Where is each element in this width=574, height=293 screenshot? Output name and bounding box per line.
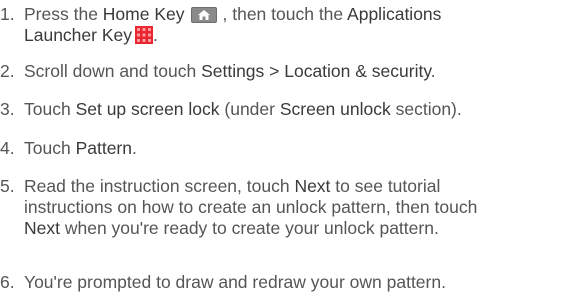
step-text: Touch Pattern.	[14, 138, 574, 159]
step-text-part: , then touch the	[222, 4, 348, 24]
settings-path: Settings > Location & security	[201, 61, 431, 81]
option-name: Pattern	[75, 138, 132, 158]
step-6: 6. You're prompted to draw and redraw yo…	[0, 272, 574, 293]
step-text: Touch Set up screen lock (under Screen u…	[14, 99, 574, 120]
step-number: 3.	[0, 99, 15, 119]
step-number: 2.	[0, 61, 15, 81]
apps-key-label: Launcher Key	[24, 25, 132, 45]
step-number: 4.	[0, 138, 15, 158]
step-text-part: .	[430, 61, 436, 81]
step-text-part: You're prompted to draw and redraw your …	[24, 272, 446, 292]
apps-launcher-icon	[135, 26, 153, 44]
step-number: 1.	[0, 4, 15, 24]
home-key-label: Home Key	[102, 4, 185, 24]
apps-key-label: Applications	[347, 4, 442, 24]
step-4: 4. Touch Pattern.	[0, 138, 574, 159]
step-text-part: to see tutorial	[330, 176, 441, 196]
step-text: Press the Home Key , then touch the Appli…	[14, 4, 574, 46]
step-number: 6.	[0, 272, 15, 292]
step-2: 2. Scroll down and touch Settings > Loca…	[0, 61, 574, 82]
step-text: Read the instruction screen, touch Next …	[14, 176, 574, 239]
step-text-part: (under	[219, 99, 280, 119]
step-text-part: when you're ready to create your unlock …	[59, 218, 439, 238]
section-name: Screen unlock	[279, 99, 391, 119]
step-text-part: section).	[390, 99, 462, 119]
step-text-part: .	[132, 138, 137, 158]
step-text: Scroll down and touch Settings > Locatio…	[14, 61, 574, 82]
step-text-part: Read the instruction screen, touch	[24, 176, 295, 196]
step-text-part: instructions on how to create an unlock …	[24, 197, 478, 217]
step-text-part: Touch	[24, 138, 76, 158]
next-label: Next	[24, 218, 60, 238]
step-text-part: Press the	[24, 4, 103, 24]
home-key-icon	[190, 7, 217, 23]
step-1: 1. Press the Home Key , then touch the Ap…	[0, 4, 574, 46]
step-3: 3. Touch Set up screen lock (under Scree…	[0, 99, 574, 120]
setting-name: Set up screen lock	[75, 99, 220, 119]
step-text-part: .	[153, 25, 158, 45]
step-text-part: Scroll down and touch	[24, 61, 202, 81]
step-5: 5. Read the instruction screen, touch Ne…	[0, 176, 574, 239]
step-number: 5.	[0, 176, 15, 196]
step-text: You're prompted to draw and redraw your …	[14, 272, 574, 293]
next-label: Next	[294, 176, 331, 196]
step-text-part: Touch	[24, 99, 76, 119]
